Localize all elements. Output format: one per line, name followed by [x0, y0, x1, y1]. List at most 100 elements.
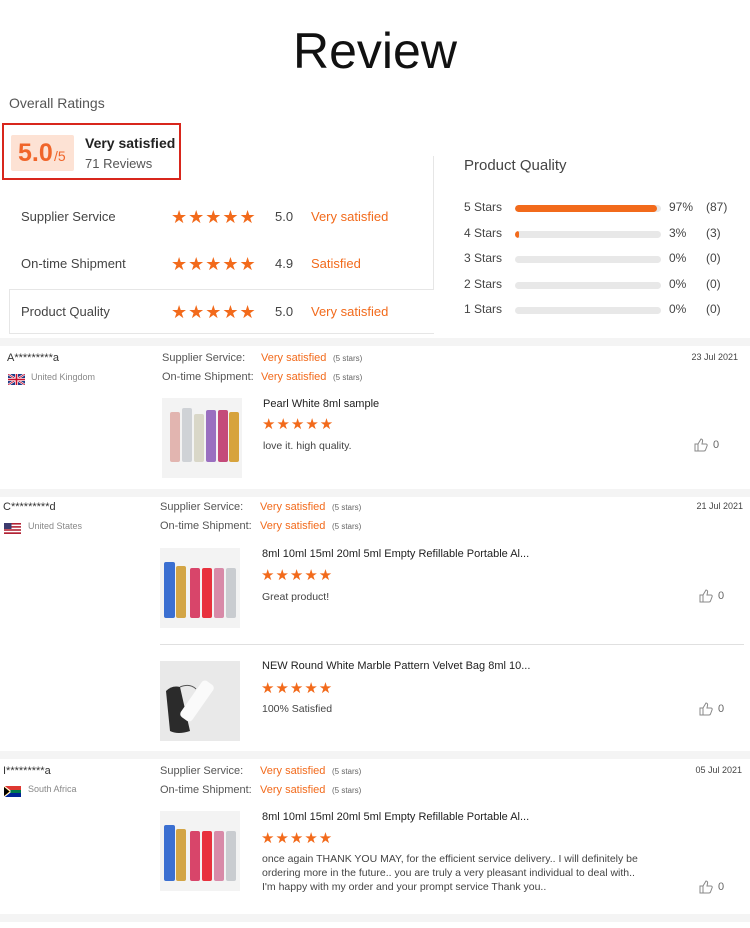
star-rating-icon: ★★★★★ [261, 567, 334, 584]
uk-flag-icon [7, 372, 26, 386]
section-separator [0, 338, 750, 346]
star-rating-icon: ★★★★★ [171, 254, 257, 274]
star-level-label: 1 Stars [464, 302, 503, 316]
distribution-percent: 0% [669, 302, 687, 316]
overall-score-denominator: /5 [54, 148, 66, 164]
shipment-label: On-time Shipment: [160, 784, 252, 796]
star-level-label: 4 Stars [464, 226, 503, 240]
distribution-count: (0) [706, 277, 721, 291]
supplier-service-value: Very satisfied [261, 352, 327, 364]
star-rating-icon: ★★★★★ [171, 207, 257, 227]
rating-verdict: Satisfied [311, 256, 361, 271]
supplier-service-label: Supplier Service: [160, 501, 244, 513]
overall-verdict: Very satisfied [85, 135, 176, 151]
star-rating-icon: ★★★★★ [171, 302, 257, 322]
distribution-bar-fill [515, 205, 657, 212]
review-text-line: I'm happy with my order and your prompt … [262, 881, 547, 893]
overall-ratings-label: Overall Ratings [9, 95, 105, 111]
product-name[interactable]: Pearl White 8ml sample [263, 398, 379, 410]
product-name[interactable]: 8ml 10ml 15ml 20ml 5ml Empty Refillable … [262, 548, 529, 560]
product-thumbnail[interactable] [160, 661, 240, 741]
rating-row-supplier-service[interactable]: Supplier Service ★★★★★ 5.0 Very satisfie… [21, 207, 441, 227]
thumbs-up-icon[interactable] [694, 438, 708, 455]
review-text-line: once again THANK YOU MAY, for the effici… [262, 853, 638, 865]
shipment-value: Very satisfied [260, 784, 326, 796]
reviewer-name: I*********a [3, 765, 51, 777]
star-level-label: 2 Stars [464, 277, 503, 291]
review-text: love it. high quality. [263, 440, 352, 452]
distribution-percent: 0% [669, 277, 687, 291]
star-rating-icon: ★★★★★ [262, 416, 335, 433]
shipment-stars: (5 stars) [332, 522, 362, 531]
section-separator [0, 914, 750, 922]
like-count: 0 [718, 703, 725, 715]
thumbs-up-icon[interactable] [699, 880, 713, 897]
like-count: 0 [713, 439, 720, 451]
star-distribution-row[interactable]: 1 Stars 0% (0) [464, 302, 744, 318]
star-distribution-row[interactable]: 4 Stars 3% (3) [464, 226, 744, 242]
review-text: 100% Satisfied [262, 703, 333, 715]
reviewer-name: C*********d [3, 501, 56, 513]
overall-score: 5.0 [18, 139, 53, 167]
score-pill: 5.0 /5 [11, 135, 74, 171]
distribution-bar-track [515, 256, 661, 263]
supplier-service-stars: (5 stars) [333, 354, 363, 363]
like-count: 0 [718, 590, 725, 602]
thumbs-up-icon[interactable] [699, 589, 713, 606]
review-text-line: ordering more in the future.. you are tr… [262, 867, 635, 879]
distribution-count: (3) [706, 226, 721, 240]
supplier-service-value: Very satisfied [260, 765, 326, 777]
za-flag-icon [3, 784, 21, 798]
star-distribution-row[interactable]: 2 Stars 0% (0) [464, 277, 744, 293]
like-count: 0 [718, 881, 725, 893]
rating-score: 4.9 [275, 256, 294, 271]
rating-score: 5.0 [275, 304, 294, 319]
distribution-count: (0) [706, 302, 721, 316]
shipment-value: Very satisfied [260, 520, 326, 532]
star-level-label: 3 Stars [464, 251, 503, 265]
supplier-service-stars: (5 stars) [332, 503, 362, 512]
rating-row-product-quality[interactable]: Product Quality ★★★★★ 5.0 Very satisfied [21, 302, 441, 322]
product-thumbnail[interactable] [160, 811, 240, 891]
section-separator [0, 489, 750, 497]
distribution-bar-track [515, 205, 661, 212]
item-divider [160, 644, 744, 645]
distribution-bar-fill [515, 231, 520, 238]
shipment-stars: (5 stars) [332, 786, 362, 795]
product-thumbnail[interactable] [160, 548, 240, 628]
distribution-bar-track [515, 282, 661, 289]
rating-verdict: Very satisfied [311, 209, 389, 224]
page-title: Review [293, 23, 457, 79]
product-thumbnail[interactable] [162, 398, 242, 478]
distribution-count: (87) [706, 200, 728, 214]
shipment-label: On-time Shipment: [160, 520, 252, 532]
distribution-bar-track [515, 231, 661, 238]
supplier-service-value: Very satisfied [260, 501, 326, 513]
distribution-bar-track [515, 307, 661, 314]
overall-score-box: 5.0 /5 Very satisfied 71 Reviews [2, 123, 181, 180]
rating-row-ontime-shipment[interactable]: On-time Shipment ★★★★★ 4.9 Satisfied [21, 254, 441, 274]
product-name[interactable]: NEW Round White Marble Pattern Velvet Ba… [262, 660, 530, 672]
shipment-value: Very satisfied [261, 371, 327, 383]
rating-score: 5.0 [275, 209, 294, 224]
distribution-percent: 3% [669, 226, 687, 240]
product-quality-title: Product Quality [464, 157, 567, 174]
us-flag-icon [4, 521, 21, 534]
star-distribution-row[interactable]: 5 Stars 97% (87) [464, 200, 744, 216]
reviewer-country: United States [28, 521, 83, 531]
review-count[interactable]: 71 Reviews [85, 156, 152, 171]
review-date: 23 Jul 2021 [691, 352, 738, 362]
rating-label: Supplier Service [21, 209, 116, 224]
thumbs-up-icon[interactable] [699, 702, 713, 719]
section-separator [0, 751, 750, 759]
star-distribution-row[interactable]: 3 Stars 0% (0) [464, 251, 744, 267]
shipment-stars: (5 stars) [333, 373, 363, 382]
shipment-label: On-time Shipment: [162, 371, 254, 383]
star-rating-icon: ★★★★★ [261, 680, 334, 697]
review-date: 21 Jul 2021 [696, 501, 743, 511]
supplier-service-label: Supplier Service: [160, 765, 244, 777]
product-name[interactable]: 8ml 10ml 15ml 20ml 5ml Empty Refillable … [262, 811, 529, 823]
reviewer-name: A*********a [7, 352, 59, 364]
supplier-service-stars: (5 stars) [332, 767, 362, 776]
supplier-service-label: Supplier Service: [162, 352, 246, 364]
